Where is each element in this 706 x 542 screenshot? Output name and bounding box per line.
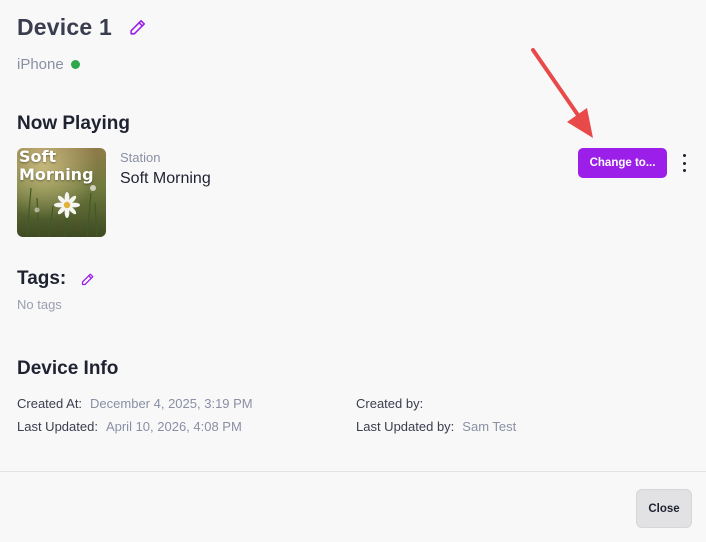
created-by-label: Created by: bbox=[356, 396, 424, 411]
created-at-row: Created At: December 4, 2025, 3:19 PM bbox=[17, 396, 253, 411]
last-updated-label: Last Updated: bbox=[17, 419, 98, 434]
no-tags-text: No tags bbox=[17, 297, 62, 312]
footer-divider bbox=[0, 471, 706, 472]
annotation-arrow-icon bbox=[531, 48, 593, 138]
created-at-value: December 4, 2025, 3:19 PM bbox=[90, 396, 253, 411]
device-header: Device 1 bbox=[17, 14, 147, 41]
station-cover-image: Soft Morning bbox=[17, 148, 106, 237]
created-at-label: Created At: bbox=[17, 396, 83, 411]
device-title: Device 1 bbox=[17, 14, 112, 40]
created-by-row: Created by: bbox=[356, 396, 431, 411]
device-info-heading: Device Info bbox=[17, 358, 119, 379]
last-updated-by-row: Last Updated by: Sam Test bbox=[356, 419, 516, 434]
last-updated-value: April 10, 2026, 4:08 PM bbox=[105, 419, 242, 434]
station-name: Soft Morning bbox=[120, 170, 211, 187]
last-updated-row: Last Updated: April 10, 2026, 4:08 PM bbox=[17, 419, 242, 434]
kebab-menu-icon[interactable] bbox=[678, 154, 690, 172]
device-platform-row: iPhone bbox=[17, 56, 80, 73]
cover-title-text: Soft Morning bbox=[19, 148, 94, 184]
tags-heading: Tags: bbox=[17, 268, 67, 289]
device-platform: iPhone bbox=[17, 56, 64, 73]
last-updated-by-value: Sam Test bbox=[462, 419, 517, 434]
edit-title-pencil-icon[interactable] bbox=[128, 18, 147, 37]
online-status-dot bbox=[70, 60, 80, 69]
station-label: Station bbox=[120, 150, 161, 165]
last-updated-by-label: Last Updated by: bbox=[356, 419, 455, 434]
close-button[interactable]: Close bbox=[636, 489, 692, 528]
tags-header: Tags: bbox=[17, 268, 95, 290]
edit-tags-pencil-icon[interactable] bbox=[80, 272, 95, 287]
now-playing-heading: Now Playing bbox=[17, 113, 130, 134]
change-station-button[interactable]: Change to... bbox=[578, 148, 667, 178]
